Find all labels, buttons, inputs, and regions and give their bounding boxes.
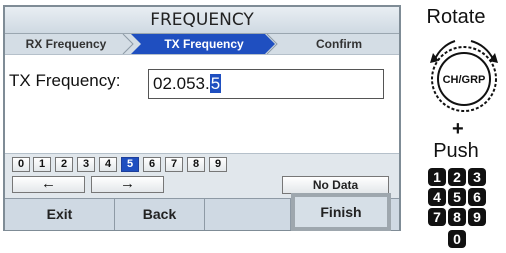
step-confirm: Confirm	[316, 37, 362, 51]
tx-frequency-input[interactable]: 02.053.5	[148, 69, 384, 99]
step-bar: RX Frequency TX Frequency Confirm	[5, 34, 399, 55]
digit-key-5[interactable]: 5	[121, 157, 139, 172]
digit-key-4[interactable]: 4	[99, 157, 117, 172]
num-key-4-icon: 4	[428, 188, 446, 206]
digit-key-3[interactable]: 3	[77, 157, 95, 172]
no-data-button[interactable]: No Data	[282, 176, 389, 194]
plus-sign: +	[452, 118, 464, 140]
step-rx-frequency: RX Frequency	[25, 37, 107, 51]
num-key-5-icon: 5	[448, 188, 466, 206]
num-key-2-icon: 2	[448, 168, 466, 186]
back-button[interactable]: Back	[115, 199, 205, 230]
num-key-6-icon: 6	[468, 188, 486, 206]
tx-frequency-cursor-digit: 5	[209, 74, 222, 93]
digit-key-7[interactable]: 7	[165, 157, 183, 172]
cursor-left-button[interactable]: ←	[12, 176, 85, 193]
softkey-bar: Exit Back Finish	[5, 193, 399, 231]
num-key-1-icon: 1	[428, 168, 446, 186]
num-key-9-icon: 9	[468, 208, 486, 226]
digit-key-9[interactable]: 9	[209, 157, 227, 172]
radio-screen: FREQUENCY RX Frequency TX Frequency Conf…	[3, 5, 401, 231]
digit-key-1[interactable]: 1	[33, 157, 51, 172]
exit-button[interactable]: Exit	[5, 199, 115, 230]
cursor-right-button[interactable]: →	[91, 176, 164, 193]
tx-frequency-value: 02.053.	[153, 74, 210, 93]
digit-key-6[interactable]: 6	[143, 157, 161, 172]
push-label: Push	[433, 140, 479, 162]
step-tx-frequency: TX Frequency	[164, 37, 244, 51]
tx-frequency-label: TX Frequency:	[9, 71, 121, 90]
finish-button[interactable]: Finish	[291, 193, 391, 231]
digit-key-2[interactable]: 2	[55, 157, 73, 172]
num-key-7-icon: 7	[428, 208, 446, 226]
rotate-label: Rotate	[426, 6, 486, 28]
digit-key-8[interactable]: 8	[187, 157, 205, 172]
dial-label: CH/GRP	[443, 74, 486, 86]
tx-frequency-row: TX Frequency: 02.053.5	[5, 57, 399, 101]
digit-keypad: 0 1 2 3 4 5 6 7 8 9 ← → No Data	[5, 153, 399, 198]
digit-key-0[interactable]: 0	[12, 157, 30, 172]
num-key-0-icon: 0	[448, 230, 466, 248]
num-key-3-icon: 3	[468, 168, 486, 186]
num-key-8-icon: 8	[448, 208, 466, 226]
blank-softkey	[205, 199, 291, 230]
screen-title: FREQUENCY	[5, 7, 399, 34]
ch-grp-dial: CH/GRP	[430, 40, 498, 112]
